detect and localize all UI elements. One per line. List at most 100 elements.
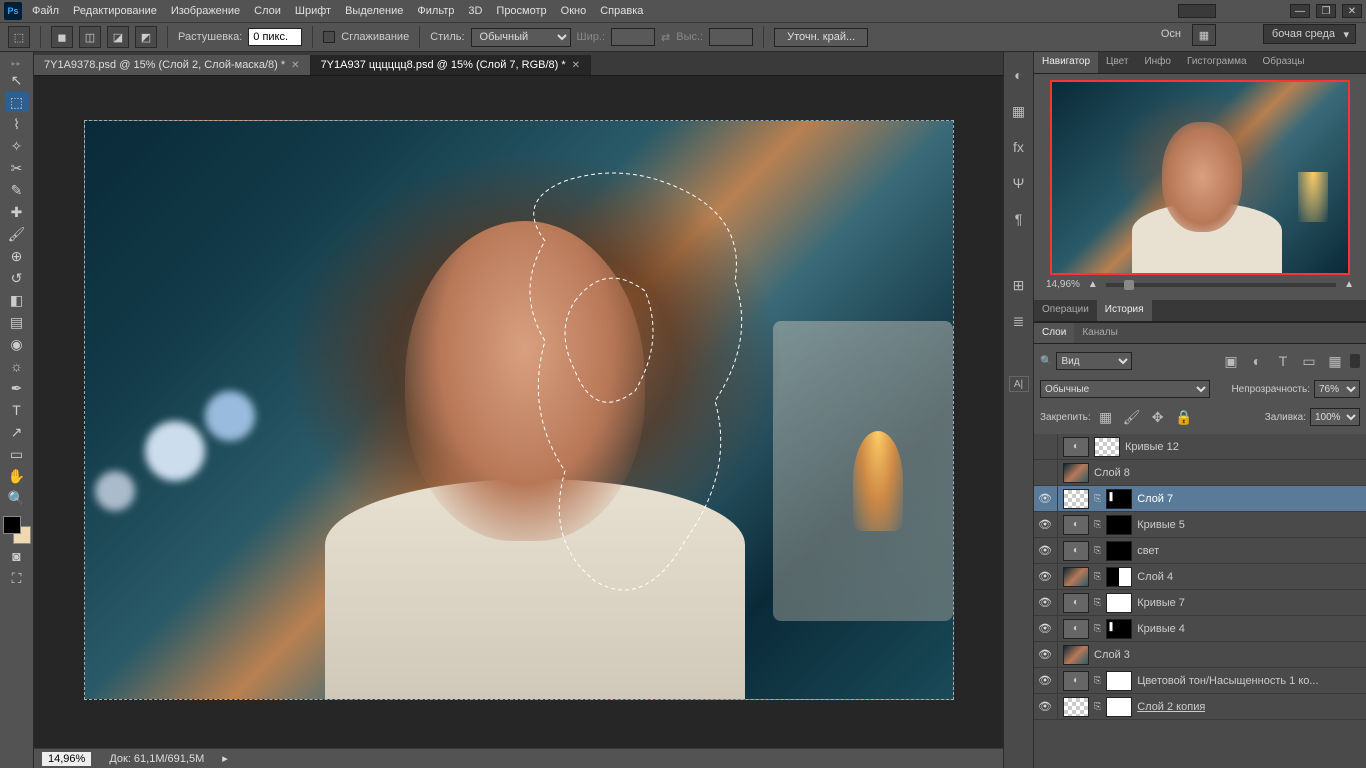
color-swatches[interactable] <box>3 516 31 544</box>
layer-name[interactable]: Кривые 7 <box>1137 597 1185 609</box>
visibility-toggle[interactable]: 👁 <box>1038 570 1052 583</box>
canvas-viewport[interactable] <box>34 76 1003 748</box>
navigator-zoom[interactable]: 14,96% <box>1046 279 1080 290</box>
magic-wand-tool[interactable]: ✧ <box>5 136 29 156</box>
subtract-selection-icon[interactable]: ◪ <box>107 26 129 48</box>
layer-row[interactable]: 👁⎘ Слой 2 копия <box>1034 694 1366 720</box>
visibility-toggle[interactable]: 👁 <box>1038 622 1052 635</box>
lock-pixel-icon[interactable]: 🖌 <box>1121 406 1143 428</box>
layer-thumbnail[interactable] <box>1063 567 1089 587</box>
filter-toggle[interactable] <box>1350 354 1360 368</box>
workspace-icon[interactable]: ▦ <box>1192 24 1216 46</box>
style-select[interactable]: Обычный <box>471 28 571 47</box>
menu-window[interactable]: Окно <box>561 5 587 17</box>
layer-thumbnail[interactable]: ◐ <box>1063 515 1089 535</box>
move-tool[interactable]: ↖ <box>5 70 29 90</box>
eraser-tool[interactable]: ◧ <box>5 290 29 310</box>
layer-row[interactable]: 👁 ◐ ⎘ ❚ Кривые 4 <box>1034 616 1366 642</box>
layer-mask-thumbnail[interactable] <box>1106 515 1132 535</box>
layer-thumbnail[interactable] <box>1094 437 1120 457</box>
layer-mask-thumbnail[interactable] <box>1106 567 1132 587</box>
lock-pos-icon[interactable]: ✥ <box>1147 406 1169 428</box>
stamp-tool[interactable]: ⊕ <box>5 246 29 266</box>
layer-row[interactable]: 👁◐⎘свет <box>1034 538 1366 564</box>
layer-name[interactable]: Кривые 12 <box>1125 441 1179 453</box>
shape-tool[interactable]: ▭ <box>5 444 29 464</box>
dock-para-icon[interactable]: ¶ <box>1008 208 1030 230</box>
dock-color-icon[interactable]: ◐ <box>1008 64 1030 86</box>
lasso-tool[interactable]: ⌇ <box>5 114 29 134</box>
pen-tool[interactable]: ✒ <box>5 378 29 398</box>
foreground-color-swatch[interactable] <box>3 516 21 534</box>
layer-name[interactable]: Цветовой тон/Насыщенность 1 ко... <box>1137 675 1318 687</box>
navigator-thumbnail[interactable] <box>1050 80 1350 275</box>
layer-thumbnail[interactable]: ◐ <box>1063 671 1089 691</box>
gradient-tool[interactable]: ▤ <box>5 312 29 332</box>
tab-navigator[interactable]: Навигатор <box>1034 52 1098 73</box>
layer-name[interactable]: Слой 2 копия <box>1137 701 1205 713</box>
menu-file[interactable]: Файл <box>32 5 59 17</box>
search-icon[interactable]: 🔍 <box>1040 356 1052 367</box>
layer-mask-thumbnail[interactable]: ❚ <box>1106 619 1132 639</box>
layer-thumbnail[interactable]: ◐ <box>1063 593 1089 613</box>
zoom-out-icon[interactable]: ▲ <box>1088 279 1098 290</box>
layer-thumbnail[interactable]: ◐ <box>1063 619 1089 639</box>
marquee-tool[interactable]: ⬚ <box>5 92 29 112</box>
healing-tool[interactable]: ✚ <box>5 202 29 222</box>
visibility-toggle[interactable]: 👁 <box>1038 700 1052 713</box>
close-icon[interactable]: ✕ <box>572 60 580 71</box>
tab-actions[interactable]: Операции <box>1034 300 1097 321</box>
filter-adj-icon[interactable]: ◐ <box>1246 350 1268 372</box>
dock-styles-icon[interactable]: fx <box>1008 136 1030 158</box>
hand-tool[interactable]: ✋ <box>5 466 29 486</box>
navigator-zoom-slider[interactable] <box>1106 283 1336 287</box>
maximize-button[interactable]: ❐ <box>1316 4 1336 18</box>
layer-row[interactable]: 👁◐⎘Кривые 7 <box>1034 590 1366 616</box>
lock-trans-icon[interactable]: ▦ <box>1095 406 1117 428</box>
feather-input[interactable] <box>248 28 302 46</box>
visibility-toggle[interactable]: 👁 <box>1038 544 1052 557</box>
quickmask-tool[interactable]: ◙ <box>5 546 29 566</box>
layer-name[interactable]: Слой 7 <box>1137 493 1173 505</box>
tab-history[interactable]: История <box>1097 300 1152 321</box>
dodge-tool[interactable]: ☼ <box>5 356 29 376</box>
layer-name[interactable]: свет <box>1137 545 1159 557</box>
link-icon[interactable]: ⎘ <box>1094 493 1101 504</box>
layer-name[interactable]: Слой 4 <box>1137 571 1173 583</box>
tool-preset-icon[interactable]: ⬚ <box>8 26 30 48</box>
layer-name[interactable]: Кривые 4 <box>1137 623 1185 635</box>
visibility-toggle[interactable]: 👁 <box>1038 648 1052 661</box>
dock-swatches-icon[interactable]: ▦ <box>1008 100 1030 122</box>
canvas-image[interactable] <box>84 120 954 700</box>
visibility-toggle[interactable]: 👁 <box>1038 518 1052 531</box>
layer-row[interactable]: 👁◐⎘Кривые 5 <box>1034 512 1366 538</box>
menu-3d[interactable]: 3D <box>468 5 482 17</box>
menu-help[interactable]: Справка <box>600 5 643 17</box>
layer-row[interactable]: 👁◐⎘Цветовой тон/Насыщенность 1 ко... <box>1034 668 1366 694</box>
link-icon[interactable]: ⎘ <box>1094 623 1101 634</box>
intersect-selection-icon[interactable]: ◩ <box>135 26 157 48</box>
path-tool[interactable]: ↗ <box>5 422 29 442</box>
type-tool[interactable]: T <box>5 400 29 420</box>
menu-type[interactable]: Шрифт <box>295 5 331 17</box>
lock-all-icon[interactable]: 🔒 <box>1173 406 1195 428</box>
new-selection-icon[interactable]: ◼ <box>51 26 73 48</box>
eyedropper-tool[interactable]: ✎ <box>5 180 29 200</box>
layer-thumbnail[interactable] <box>1063 463 1089 483</box>
layer-row[interactable]: Слой 8 <box>1034 460 1366 486</box>
filter-type-icon[interactable]: T <box>1272 350 1294 372</box>
zoom-display[interactable]: 14,96% <box>42 752 91 766</box>
visibility-toggle[interactable]: 👁 <box>1038 492 1052 505</box>
tab-info[interactable]: Инфо <box>1136 52 1179 73</box>
layer-thumbnail[interactable]: ◐ <box>1063 541 1089 561</box>
dock-adjust-icon[interactable]: ⊞ <box>1008 274 1030 296</box>
minimize-button[interactable]: — <box>1290 4 1310 18</box>
layer-mask-thumbnail[interactable] <box>1106 541 1132 561</box>
close-icon[interactable]: ✕ <box>291 60 299 71</box>
tab-histogram[interactable]: Гистограмма <box>1179 52 1255 73</box>
layer-mask-thumbnail[interactable]: ❚ <box>1106 489 1132 509</box>
link-icon[interactable]: ⎘ <box>1094 597 1101 608</box>
document-tab-1[interactable]: 7Y1A9378.psd @ 15% (Слой 2, Слой-маска/8… <box>34 55 311 75</box>
layer-row[interactable]: 👁⎘Слой 4 <box>1034 564 1366 590</box>
layer-mask-thumbnail[interactable] <box>1106 593 1132 613</box>
